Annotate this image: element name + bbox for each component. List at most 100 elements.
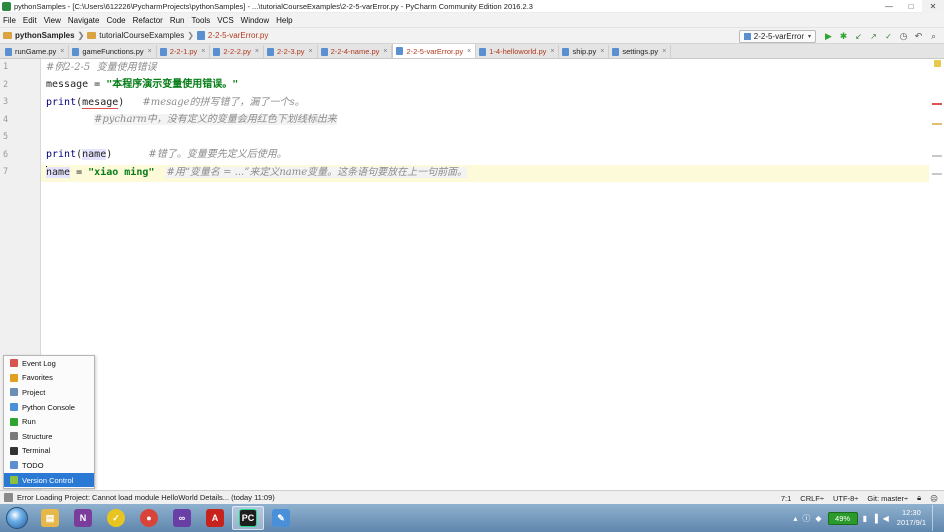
vcs-commit-icon[interactable]: ↗: [867, 30, 880, 43]
code-line-4[interactable]: #pycharm中，没有定义的变量会用红色下划线标出来: [94, 112, 337, 128]
tool-window-terminal[interactable]: Terminal: [4, 444, 94, 459]
tool-window-event-log[interactable]: Event Log: [4, 356, 94, 371]
git-branch-selector[interactable]: Git: master÷: [867, 494, 908, 503]
tool-window-version-control[interactable]: Version Control: [4, 472, 94, 488]
close-tab-icon[interactable]: ×: [60, 48, 64, 55]
menu-edit[interactable]: Edit: [23, 16, 37, 25]
tool-window-python-console[interactable]: Python Console: [4, 400, 94, 415]
taskbar-norton[interactable]: ✓: [100, 506, 132, 530]
revert-icon[interactable]: ↶: [912, 30, 925, 43]
menu-file[interactable]: File: [3, 16, 16, 25]
close-button[interactable]: ✕: [922, 0, 944, 13]
show-hidden-icons-icon[interactable]: ▴: [793, 514, 797, 523]
close-tab-icon[interactable]: ×: [255, 48, 259, 55]
menu-vcs[interactable]: VCS: [217, 16, 233, 25]
vcs-update-icon[interactable]: ↙: [852, 30, 865, 43]
help-icon[interactable]: ⓘ: [802, 513, 810, 524]
run-icon[interactable]: ▶: [822, 30, 835, 43]
code-line-3[interactable]: print(mesage) #mesage的拼写错了，漏了一个s。: [46, 95, 305, 111]
menu-run[interactable]: Run: [170, 16, 185, 25]
terminal-icon: [10, 446, 18, 455]
taskbar-file-explorer[interactable]: ▤: [34, 506, 66, 530]
code-operator: =: [70, 167, 89, 178]
tab-ship[interactable]: ship.py ×: [559, 45, 610, 58]
tab-2-2-4-name[interactable]: 2-2-4-name.py ×: [318, 45, 393, 58]
code-line-2[interactable]: message = "本程序演示变量使用错误。": [46, 77, 238, 93]
inspection-status-icon[interactable]: [934, 60, 941, 67]
maximize-button[interactable]: □: [900, 0, 922, 13]
line-separator-selector[interactable]: CRLF÷: [800, 494, 824, 503]
close-tab-icon[interactable]: ×: [309, 48, 313, 55]
menu-view[interactable]: View: [44, 16, 61, 25]
show-desktop-button[interactable]: [932, 505, 940, 531]
menu-tools[interactable]: Tools: [192, 16, 211, 25]
shield-icon[interactable]: ◆: [815, 514, 821, 523]
breadcrumb-folder[interactable]: tutorialCourseExamples ❯: [87, 31, 194, 40]
tab-2-2-5-varerror[interactable]: 2-2-5-varError.py ×: [392, 44, 477, 58]
close-tab-icon[interactable]: ×: [201, 48, 205, 55]
line-number: 2: [3, 80, 9, 90]
close-tab-icon[interactable]: ×: [467, 48, 471, 55]
tab-settings[interactable]: settings.py ×: [609, 45, 672, 58]
menu-help[interactable]: Help: [276, 16, 292, 25]
close-tab-icon[interactable]: ×: [383, 48, 387, 55]
system-clock[interactable]: 12:30 2017/9/1: [897, 508, 926, 528]
minimize-button[interactable]: —: [878, 0, 900, 13]
taskbar-chrome[interactable]: ●: [133, 506, 165, 530]
encoding-selector[interactable]: UTF-8÷: [833, 494, 858, 503]
breadcrumb-label: pythonSamples: [15, 31, 75, 40]
tab-gamefunctions[interactable]: gameFunctions.py ×: [69, 45, 157, 58]
tab-2-2-2[interactable]: 2-2-2.py ×: [210, 45, 264, 58]
menu-window[interactable]: Window: [241, 16, 269, 25]
tab-rungame[interactable]: runGame.py ×: [2, 45, 70, 58]
taskbar-onenote[interactable]: N: [67, 506, 99, 530]
menu-navigate[interactable]: Navigate: [68, 16, 100, 25]
inspector-icon[interactable]: ☹: [930, 494, 938, 503]
error-marker[interactable]: [932, 103, 942, 105]
tab-2-2-1[interactable]: 2-2-1.py ×: [157, 45, 211, 58]
code-line-6[interactable]: print(name) #错了。变量要先定义后使用。: [46, 147, 287, 163]
volume-icon[interactable]: ◀: [883, 514, 889, 523]
warning-marker[interactable]: [932, 123, 942, 125]
close-tab-icon[interactable]: ×: [148, 48, 152, 55]
tab-2-2-3[interactable]: 2-2-3.py ×: [264, 45, 318, 58]
power-icon[interactable]: ▮: [863, 514, 867, 523]
tool-window-run[interactable]: Run: [4, 414, 94, 429]
start-button[interactable]: [6, 507, 28, 529]
usage-marker[interactable]: [932, 155, 942, 157]
run-configuration-select[interactable]: 2-2-5-varError ▾: [738, 30, 816, 43]
error-stripe[interactable]: [932, 59, 942, 490]
tool-window-structure[interactable]: Structure: [4, 429, 94, 444]
close-tab-icon[interactable]: ×: [550, 48, 554, 55]
code-line-1[interactable]: #例2-2-5 变量使用错误: [46, 60, 157, 76]
menu-code[interactable]: Code: [106, 16, 125, 25]
vcs-history-icon[interactable]: ◷: [897, 30, 910, 43]
usage-marker[interactable]: [932, 173, 942, 175]
code-line-7[interactable]: name = "xiao ming" #用“变量名 = ...”来定义name变…: [46, 165, 468, 181]
vcs-compare-icon[interactable]: ✓: [882, 30, 895, 43]
tool-window-todo[interactable]: TODO: [4, 458, 94, 473]
taskbar-notepad[interactable]: ✎: [265, 506, 297, 530]
debug-icon[interactable]: ✱: [837, 30, 850, 43]
network-icon[interactable]: ▐: [872, 514, 878, 523]
status-message[interactable]: Error Loading Project: Cannot load modul…: [17, 493, 275, 502]
tab-1-4-helloworld[interactable]: 1-4-helloworld.py ×: [476, 45, 560, 58]
taskbar-acrobat[interactable]: A: [199, 506, 231, 530]
folder-icon: [87, 32, 97, 39]
code-editor[interactable]: 1 2 3 4 5 6 7 #例2-2-5 变量使用错误 message = "…: [0, 59, 944, 490]
tool-window-project[interactable]: Project: [4, 385, 94, 400]
breadcrumb-file[interactable]: 2-2-5-varError.py: [196, 31, 268, 40]
close-tab-icon[interactable]: ×: [662, 48, 666, 55]
battery-indicator[interactable]: 49%: [827, 511, 858, 525]
taskbar-visual-studio[interactable]: ∞: [166, 506, 198, 530]
tab-label: runGame.py: [15, 47, 57, 56]
search-icon[interactable]: ⌕: [927, 30, 940, 43]
tool-window-favorites[interactable]: Favorites: [4, 371, 94, 386]
lock-icon[interactable]: 🔒︎: [917, 493, 921, 503]
breadcrumb-project[interactable]: pythonSamples ❯: [3, 31, 84, 40]
caret-position[interactable]: 7:1: [781, 494, 791, 503]
taskbar-pycharm[interactable]: PC: [232, 506, 264, 530]
close-tab-icon[interactable]: ×: [600, 48, 604, 55]
tool-windows-toggle-icon[interactable]: [4, 493, 13, 502]
menu-refactor[interactable]: Refactor: [133, 16, 163, 25]
